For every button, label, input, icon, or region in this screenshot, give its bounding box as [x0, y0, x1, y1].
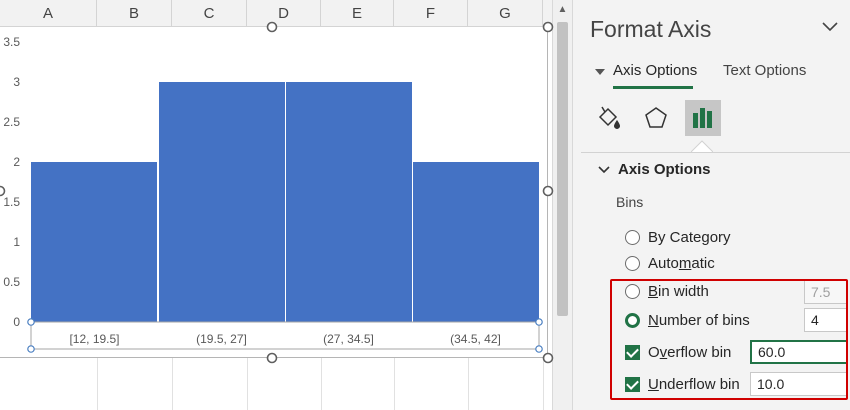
option-number-of-bins[interactable]: Number of bins [625, 309, 750, 331]
option-automatic[interactable]: Automatic [625, 252, 715, 274]
chart-resize-handle[interactable] [0, 187, 5, 196]
radio-by-category[interactable] [625, 230, 640, 245]
y-tick-label: 1 [13, 235, 20, 249]
number-of-bins-field[interactable]: 4 [804, 308, 848, 332]
radio-bin-width[interactable] [625, 284, 640, 299]
option-overflow-bin[interactable]: Overflow bin [625, 341, 731, 363]
axis-selection-handle[interactable] [536, 319, 542, 325]
axis-selection-handle[interactable] [28, 319, 34, 325]
bin-width-field[interactable]: 7.5 [804, 280, 848, 304]
active-tab-indicator [613, 86, 693, 89]
option-label: Underflow bin [648, 376, 740, 393]
y-tick-label: 1.5 [3, 195, 20, 209]
x-category-label: (27, 34.5] [323, 332, 374, 346]
histogram-svg[interactable]: 0 0.5 1 1.5 2 2.5 3 3.5 [12, 19.5] (19.5, 27] (27,… [0, 0, 572, 410]
histogram-bar[interactable] [286, 82, 412, 322]
checkbox-overflow-bin[interactable] [625, 345, 640, 360]
underflow-bin-field[interactable]: 10.0 [750, 372, 848, 396]
section-title-axis-options[interactable]: Axis Options [618, 161, 711, 178]
option-underflow-bin[interactable]: Underflow bin [625, 373, 740, 395]
y-tick-label: 0 [13, 315, 20, 329]
chevron-down-icon[interactable] [820, 17, 840, 37]
option-label: By Category [648, 229, 731, 246]
chevron-down-icon[interactable] [598, 164, 610, 176]
chart-resize-handle[interactable] [544, 187, 553, 196]
selection-pointer-icon [691, 138, 713, 152]
y-tick-label: 3.5 [3, 35, 20, 49]
option-bin-width[interactable]: Bin width [625, 280, 709, 302]
histogram-bar[interactable] [413, 162, 539, 322]
chart-resize-handle[interactable] [544, 354, 553, 363]
tab-axis-options[interactable]: Axis Options [613, 62, 697, 79]
x-category-label: (34.5, 42] [450, 332, 501, 346]
caret-down-icon[interactable] [595, 69, 605, 75]
pane-divider [581, 152, 850, 153]
option-label: Automatic [648, 255, 715, 272]
radio-number-of-bins[interactable] [625, 313, 640, 328]
y-tick-label: 3 [13, 75, 20, 89]
format-axis-pane: Format Axis Axis Options Text Options Ax… [572, 0, 850, 410]
chart-resize-handle[interactable] [544, 23, 553, 32]
option-label: Number of bins [648, 312, 750, 329]
pane-title: Format Axis [590, 16, 711, 43]
axis-selection-handle[interactable] [536, 346, 542, 352]
histogram-bar[interactable] [31, 162, 157, 322]
y-tick-label: 2 [13, 155, 20, 169]
axis-selection-handle[interactable] [28, 346, 34, 352]
x-category-label: [12, 19.5] [69, 332, 119, 346]
x-category-label: (19.5, 27] [196, 332, 247, 346]
histogram-bar[interactable] [159, 82, 285, 322]
checkbox-underflow-bin[interactable] [625, 377, 640, 392]
y-tick-label: 2.5 [3, 115, 20, 129]
tab-text-options[interactable]: Text Options [723, 62, 806, 79]
overflow-bin-field[interactable]: 60.0 [750, 340, 848, 364]
y-tick-label: 0.5 [3, 275, 20, 289]
option-label: Overflow bin [648, 344, 731, 361]
effects-icon[interactable] [638, 100, 674, 136]
chart-resize-handle[interactable] [268, 354, 277, 363]
histogram-chart: 0 0.5 1 1.5 2 2.5 3 3.5 [12, 19.5] (19.5, 27] (27,… [0, 0, 572, 410]
bins-label: Bins [616, 194, 643, 210]
option-label: Bin width [648, 283, 709, 300]
axis-options-icon[interactable] [685, 100, 721, 136]
chart-resize-handle[interactable] [268, 23, 277, 32]
fill-line-icon[interactable] [591, 100, 627, 136]
radio-automatic[interactable] [625, 256, 640, 271]
option-by-category[interactable]: By Category [625, 226, 731, 248]
